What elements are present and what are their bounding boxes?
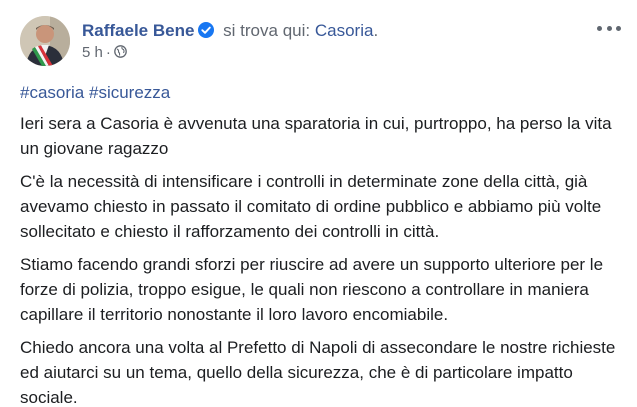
facebook-post: Raffaele Bene si trova qui: Casoria. 5 h… [0, 0, 637, 407]
hashtag-link[interactable]: #sicurezza [89, 83, 170, 102]
author-avatar[interactable] [20, 16, 70, 66]
verified-badge-icon [198, 22, 215, 38]
post-content: #casoria #sicurezza Ieri sera a Casoria … [20, 80, 620, 407]
more-options-icon[interactable] [597, 18, 621, 38]
separator-dot: · [105, 44, 111, 61]
post-header: Raffaele Bene si trova qui: Casoria. 5 h… [20, 16, 621, 66]
post-timestamp[interactable]: 5 h [82, 44, 103, 61]
author-name[interactable]: Raffaele Bene [82, 21, 194, 40]
location-prefix: si trova qui: [223, 21, 311, 40]
globe-icon[interactable] [114, 45, 127, 58]
hashtag-link[interactable]: #casoria [20, 83, 84, 102]
post-paragraph: Stiamo facendo grandi sforzi per riuscir… [20, 255, 604, 324]
hashtags-line: #casoria #sicurezza [20, 80, 620, 105]
location-link[interactable]: Casoria [315, 21, 374, 40]
location-suffix: . [373, 21, 379, 40]
post-paragraph: C'è la necessità di intensificare i cont… [20, 172, 602, 241]
avatar-image [20, 16, 70, 66]
author-line: Raffaele Bene si trova qui: Casoria. [82, 20, 378, 42]
post-paragraph: Chiedo ancora una volta al Prefetto di N… [20, 338, 616, 407]
post-paragraph: Ieri sera a Casoria è avvenuta una spara… [20, 114, 612, 158]
post-meta: Raffaele Bene si trova qui: Casoria. 5 h… [82, 20, 378, 62]
timestamp-line: 5 h · [82, 44, 378, 62]
